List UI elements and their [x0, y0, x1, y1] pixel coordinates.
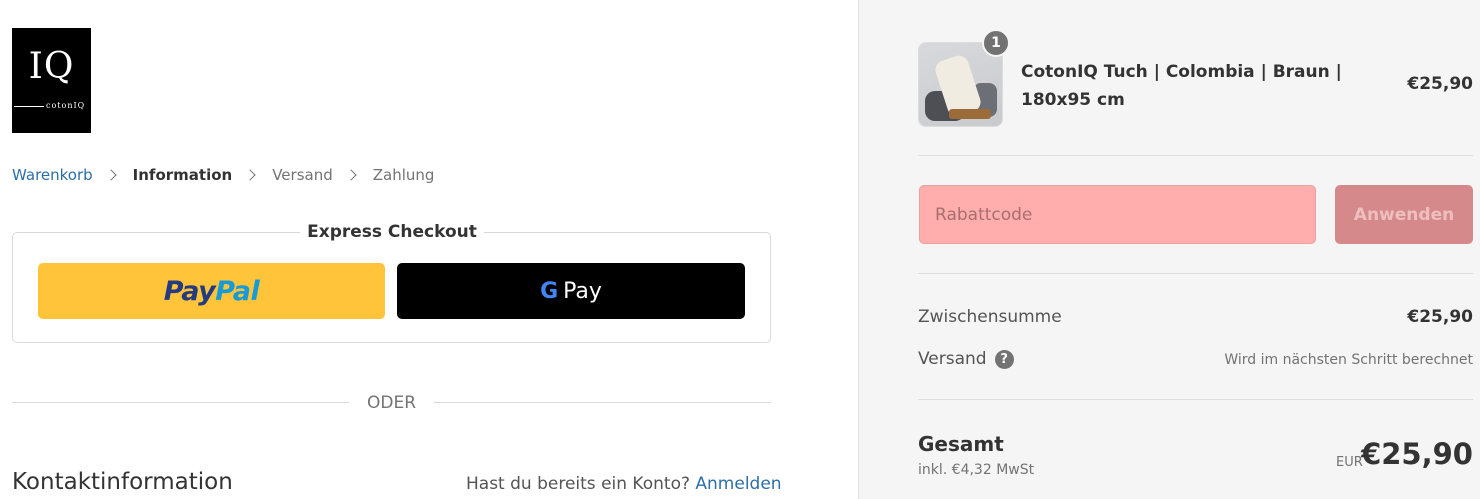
thumbnail-wood: [949, 109, 991, 119]
login-link[interactable]: Anmelden: [695, 474, 781, 494]
discount-code-placeholder: Rabattcode: [935, 204, 1033, 225]
logo-subtext: cotonIQ: [46, 101, 86, 110]
currency-code: EUR: [1336, 455, 1363, 470]
subtotal-value: €25,90: [1407, 307, 1473, 327]
summary-divider: [918, 273, 1473, 274]
quantity-badge: 1: [982, 29, 1010, 57]
summary-divider: [918, 155, 1473, 156]
chevron-right-icon: [104, 169, 117, 181]
or-divider-text: ODER: [366, 393, 417, 413]
paypal-logo-pal: Pal: [215, 275, 260, 307]
divider-line-right: [434, 402, 771, 403]
breadcrumb-shipping: Versand: [272, 166, 333, 184]
contact-section-title: Kontaktinformation: [12, 469, 233, 495]
subtotal-label: Zwischensumme: [918, 307, 1062, 327]
store-logo[interactable]: IQ cotonIQ: [12, 28, 91, 133]
account-prompt: Hast du bereits ein Konto? Anmelden: [466, 474, 782, 494]
google-pay-button[interactable]: G Pay: [397, 263, 745, 319]
apply-discount-button[interactable]: Anwenden: [1335, 185, 1473, 244]
checkout-main: IQ cotonIQ Warenkorb Information Versand…: [0, 0, 858, 499]
paypal-button[interactable]: Pay Pal: [38, 263, 385, 319]
shipping-row: Versand?: [918, 349, 1014, 369]
breadcrumb-cart[interactable]: Warenkorb: [12, 166, 93, 184]
logo-mark: IQ: [28, 46, 75, 87]
question-mark-icon[interactable]: ?: [994, 349, 1014, 369]
express-checkout-title: Express Checkout: [300, 222, 484, 242]
breadcrumb-information: Information: [132, 166, 233, 184]
google-g-icon: G: [540, 278, 559, 304]
tax-note: inkl. €4,32 MwSt: [918, 462, 1035, 478]
shipping-value: Wird im nächsten Schritt berechnet: [1224, 352, 1473, 368]
total-label: Gesamt: [918, 432, 1004, 456]
breadcrumb-payment: Zahlung: [372, 166, 435, 184]
logo-line: [14, 106, 44, 107]
divider-line-left: [12, 402, 349, 403]
chevron-right-icon: [345, 169, 357, 181]
shipping-label: Versand: [918, 349, 987, 369]
summary-divider: [918, 399, 1473, 400]
product-name: CotonIQ Tuch | Colombia | Braun | 180x95…: [1021, 62, 1342, 110]
discount-code-input[interactable]: Rabattcode: [919, 185, 1316, 244]
chevron-right-icon: [244, 169, 256, 181]
paypal-logo-pay: Pay: [163, 275, 216, 307]
account-question-text: Hast du bereits ein Konto?: [466, 474, 690, 494]
google-pay-label: Pay: [563, 278, 602, 304]
product-price: €25,90: [1407, 74, 1473, 94]
breadcrumb: Warenkorb Information Versand Zahlung: [12, 166, 434, 184]
total-amount: €25,90: [1361, 437, 1473, 471]
